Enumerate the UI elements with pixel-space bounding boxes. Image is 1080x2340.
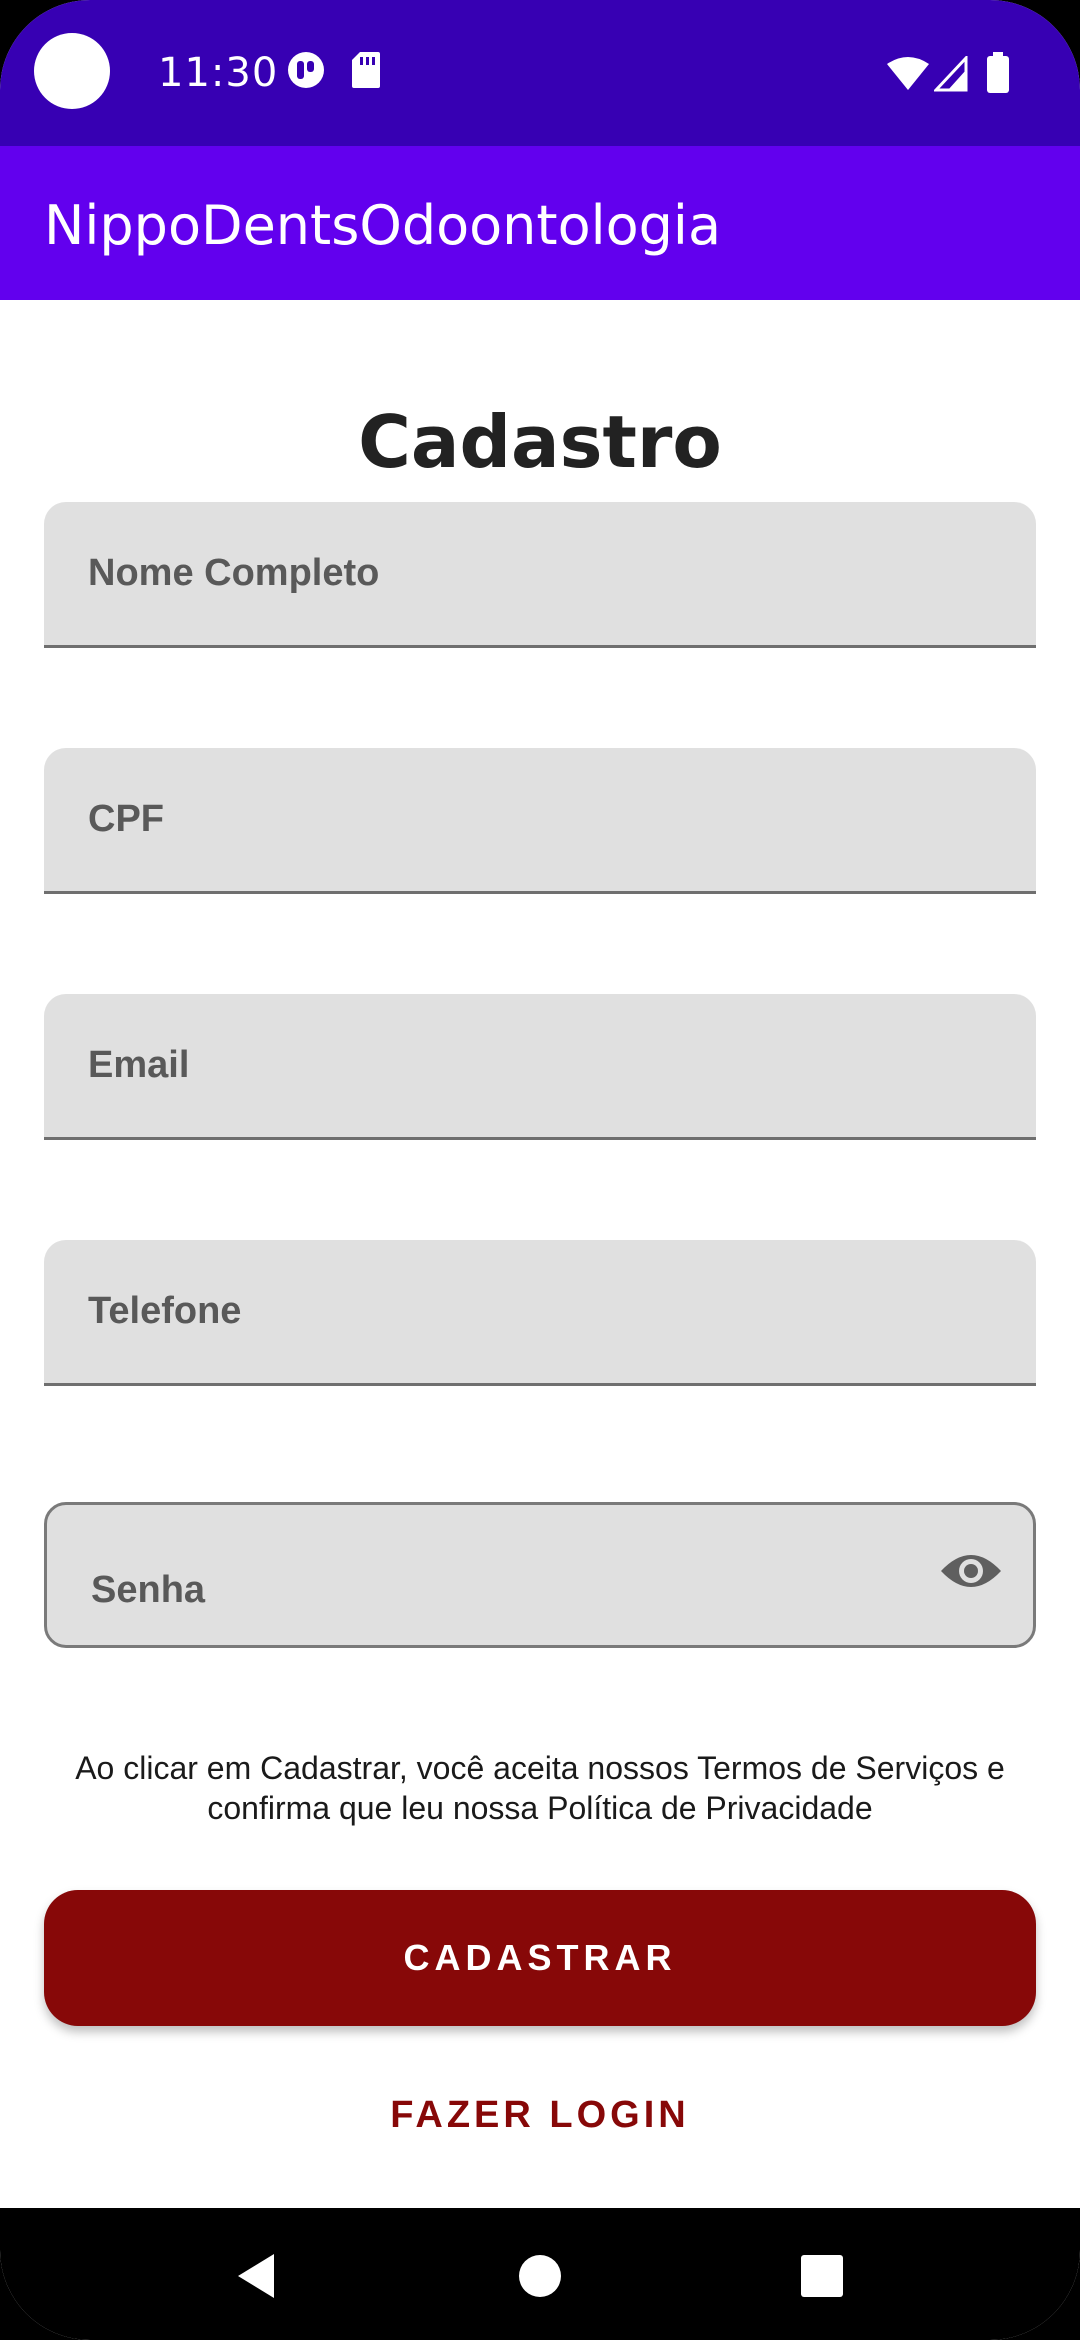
sd-card-icon <box>352 52 380 88</box>
camera-cutout <box>34 33 110 109</box>
password-field[interactable]: Senha <box>44 1502 1036 1648</box>
wifi-icon <box>887 57 929 90</box>
battery-icon <box>987 52 1009 93</box>
app-screen: 11:30 NippoDentsOdoontologia Cadastro No… <box>0 0 1080 2340</box>
phone-label: Telefone <box>88 1290 242 1332</box>
status-bar: 11:30 <box>0 0 1080 146</box>
page-title: Cadastro <box>358 400 722 484</box>
navigation-bar <box>0 2208 1080 2340</box>
full-name-field[interactable]: Nome Completo <box>44 502 1036 648</box>
notification-app-icon <box>288 52 324 88</box>
cpf-label: CPF <box>88 798 164 840</box>
back-icon[interactable] <box>230 2248 286 2304</box>
cpf-field[interactable]: CPF <box>44 748 1036 894</box>
eye-icon[interactable] <box>939 1547 1003 1595</box>
password-label: Senha <box>91 1569 206 1611</box>
home-icon[interactable] <box>512 2248 568 2304</box>
app-title: NippoDentsOdoontologia <box>44 194 722 257</box>
login-link-button[interactable]: FAZER LOGIN <box>300 2080 780 2150</box>
terms-text: Ao clicar em Cadastrar, você aceita noss… <box>75 1750 1005 1826</box>
email-field[interactable]: Email <box>44 994 1036 1140</box>
signup-form: Cadastro Nome Completo CPF Email Telefon… <box>0 300 1080 2208</box>
phone-field[interactable]: Telefone <box>44 1240 1036 1386</box>
email-label: Email <box>88 1044 190 1086</box>
register-button[interactable]: CADASTRAR <box>44 1890 1036 2026</box>
status-time: 11:30 <box>158 50 279 96</box>
app-bar: NippoDentsOdoontologia <box>0 146 1080 300</box>
full-name-label: Nome Completo <box>88 552 380 594</box>
recents-icon[interactable] <box>794 2248 850 2304</box>
signal-icon <box>934 56 968 92</box>
